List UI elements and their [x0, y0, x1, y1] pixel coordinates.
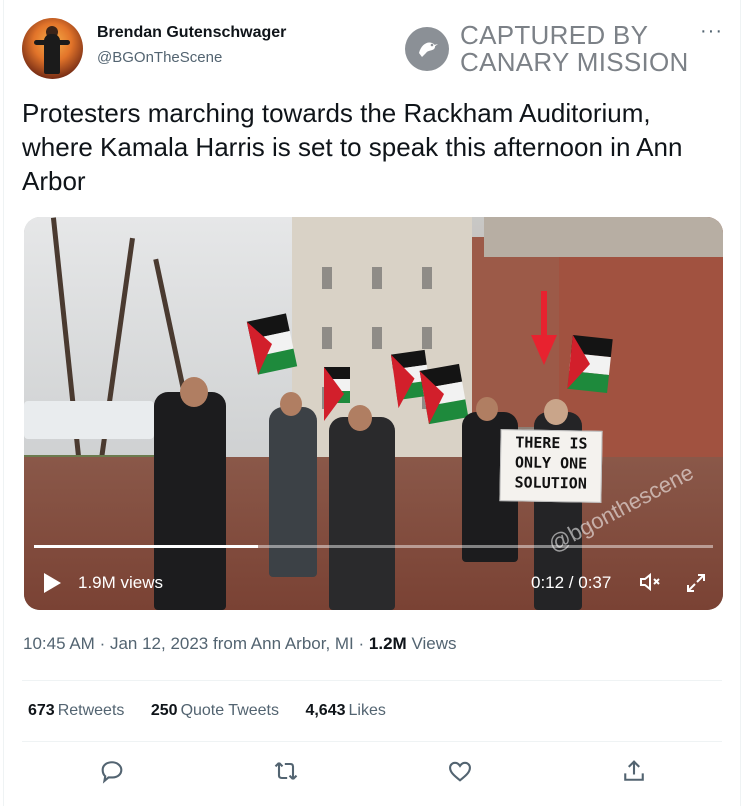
- share-icon[interactable]: [620, 757, 650, 787]
- tweet-date[interactable]: Jan 12, 2023: [110, 634, 208, 653]
- tweet-stats: 673 Retweets 250 Quote Tweets 4,643 Likes: [28, 702, 408, 720]
- quote-tweets-stat[interactable]: 250 Quote Tweets: [151, 702, 279, 720]
- likes-stat[interactable]: 4,643 Likes: [305, 702, 385, 720]
- volume-icon[interactable]: [638, 570, 662, 599]
- protest-sign: THERE IS ONLY ONE SOLUTION: [499, 429, 603, 503]
- like-icon[interactable]: [446, 757, 476, 787]
- author-name[interactable]: Brendan Gutenschwager: [97, 24, 286, 42]
- tweet-views-count: 1.2M: [368, 634, 407, 653]
- video-views: 1.9M views: [78, 573, 164, 592]
- play-icon[interactable]: [44, 573, 61, 593]
- canary-bird-icon: [405, 27, 449, 71]
- tweet-location: from Ann Arbor, MI: [213, 634, 354, 653]
- video-progress-fill: [34, 545, 259, 548]
- video-time: 0:12 / 0:37: [531, 573, 612, 592]
- retweet-icon[interactable]: [272, 757, 302, 787]
- tweet-actions: [0, 757, 744, 787]
- retweets-stat[interactable]: 673 Retweets: [28, 702, 124, 720]
- tweet-text: Protesters marching towards the Rackham …: [22, 98, 683, 196]
- tweet-views-label: Views: [411, 634, 457, 653]
- annotation-arrow: [541, 291, 547, 341]
- avatar[interactable]: [22, 18, 83, 79]
- fullscreen-icon[interactable]: [684, 571, 708, 600]
- divider: [22, 741, 722, 742]
- divider: [22, 680, 722, 681]
- video-progress-bar[interactable]: [34, 545, 713, 548]
- tweet-meta: 10:45 AM · Jan 12, 2023 from Ann Arbor, …: [23, 634, 457, 653]
- reply-icon[interactable]: [98, 757, 128, 787]
- watermark-line-1: CAPTURED BY: [460, 20, 649, 50]
- video-player[interactable]: THERE IS ONLY ONE SOLUTION @bgonthescene…: [24, 217, 723, 610]
- canary-mission-watermark: CAPTURED BY CANARY MISSION: [405, 20, 695, 77]
- author-handle[interactable]: @BGOnTheScene: [97, 49, 222, 66]
- tweet-time[interactable]: 10:45 AM: [23, 634, 95, 653]
- annotation-arrow-head: [531, 335, 557, 365]
- more-icon[interactable]: ···: [700, 20, 723, 43]
- watermark-line-2: CANARY MISSION: [460, 47, 689, 77]
